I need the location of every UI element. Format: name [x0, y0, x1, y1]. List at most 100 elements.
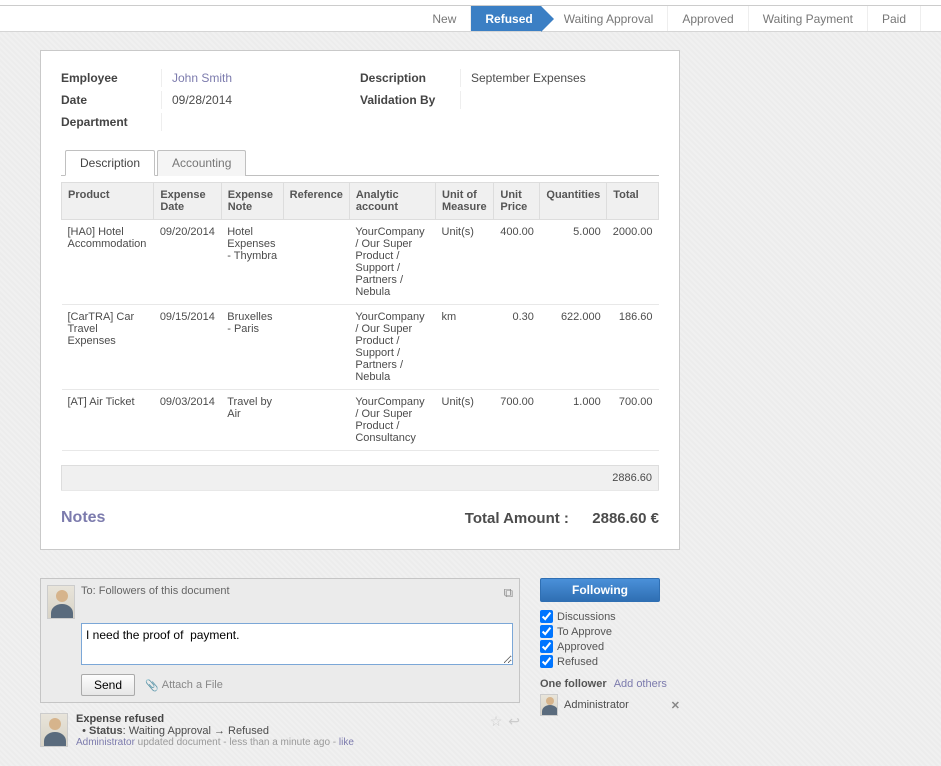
log-user-link[interactable]: Administrator	[76, 737, 135, 748]
follower-name[interactable]: Administrator	[564, 699, 629, 711]
cell-total: 186.60	[607, 305, 659, 390]
status-bar: NewRefusedWaiting ApprovalApprovedWaitin…	[0, 6, 941, 32]
cell-reference	[283, 220, 349, 305]
page-wrap: Employee John Smith Date 09/28/2014 Depa…	[0, 32, 941, 766]
description-value: September Expenses	[460, 69, 586, 87]
cell-uom: Unit(s)	[436, 220, 494, 305]
col-expense-date: Expense Date	[154, 183, 221, 220]
log-item: Expense refused • Status: Waiting Approv…	[40, 713, 520, 748]
col-product: Product	[62, 183, 154, 220]
employee-value[interactable]: John Smith	[161, 69, 232, 87]
cell-product: [AT] Air Ticket	[62, 390, 154, 451]
sub-discussions[interactable]: Discussions	[540, 610, 680, 623]
reply-icon[interactable]: ↩	[508, 713, 520, 748]
form-header: Employee John Smith Date 09/28/2014 Depa…	[61, 69, 659, 131]
expand-icon[interactable]: ⧉	[504, 585, 513, 601]
department-value	[161, 113, 172, 131]
col-unit-price: Unit Price	[494, 183, 540, 220]
sub-checkbox[interactable]	[540, 625, 553, 638]
sub-approved[interactable]: Approved	[540, 640, 680, 653]
log-meta: Administrator updated document - less th…	[76, 737, 482, 748]
col-total: Total	[607, 183, 659, 220]
avatar	[40, 713, 68, 747]
col-uom: Unit of Measure	[436, 183, 494, 220]
cell-note: Bruxelles - Paris	[221, 305, 283, 390]
cell-total: 2000.00	[607, 220, 659, 305]
subtotal-table: 2886.60	[61, 465, 659, 491]
tab-description[interactable]: Description	[65, 150, 155, 176]
remove-follower-icon[interactable]: ✕	[671, 699, 680, 712]
cell-note: Travel by Air	[221, 390, 283, 451]
avatar	[540, 694, 558, 716]
cell-qty: 1.000	[540, 390, 607, 451]
compose-to-label: To: Followers of this document	[81, 585, 230, 601]
totals-row: Notes Total Amount : 2886.60 €	[61, 509, 659, 537]
total-amount-value: 2886.60 €	[592, 510, 659, 527]
sub-checkbox[interactable]	[540, 640, 553, 653]
col-quantities: Quantities	[540, 183, 607, 220]
department-label: Department	[61, 113, 161, 131]
star-icon[interactable]: ☆	[490, 713, 503, 748]
date-label: Date	[61, 91, 161, 109]
col-reference: Reference	[283, 183, 349, 220]
sub-refused[interactable]: Refused	[540, 655, 680, 668]
cell-analytic: YourCompany / Our Super Product / Suppor…	[349, 305, 435, 390]
cell-price: 400.00	[494, 220, 540, 305]
cell-uom: Unit(s)	[436, 390, 494, 451]
cell-analytic: YourCompany / Our Super Product / Consul…	[349, 390, 435, 451]
expense-table: Product Expense Date Expense Note Refere…	[61, 182, 659, 451]
cell-reference	[283, 305, 349, 390]
add-others-link[interactable]: Add others	[614, 678, 667, 690]
log-title: Expense refused	[76, 713, 482, 725]
sub-to-approve[interactable]: To Approve	[540, 625, 680, 638]
tabs: Description Accounting	[61, 149, 659, 176]
validation-value	[460, 91, 471, 109]
status-step-waiting-payment[interactable]: Waiting Payment	[749, 6, 868, 31]
table-row[interactable]: [AT] Air Ticket09/03/2014Travel by AirYo…	[62, 390, 659, 451]
status-step-paid[interactable]: Paid	[868, 6, 921, 31]
status-step-waiting-approval[interactable]: Waiting Approval	[542, 6, 669, 31]
status-step-new[interactable]: New	[418, 6, 471, 31]
description-label: Description	[360, 69, 460, 87]
followers-panel: Following Discussions To Approve Approved R…	[540, 578, 680, 748]
total-amount-label: Total Amount :	[465, 510, 569, 527]
status-step-refused[interactable]: Refused	[471, 6, 541, 31]
cell-price: 0.30	[494, 305, 540, 390]
employee-label: Employee	[61, 69, 161, 87]
following-button[interactable]: Following	[540, 578, 660, 602]
cell-qty: 5.000	[540, 220, 607, 305]
cell-price: 700.00	[494, 390, 540, 451]
avatar	[47, 585, 75, 619]
cell-product: [HA0] Hotel Accommodation	[62, 220, 154, 305]
sub-checkbox[interactable]	[540, 655, 553, 668]
cell-date: 09/15/2014	[154, 305, 221, 390]
followers-heading: One follower Add others	[540, 678, 680, 690]
cell-uom: km	[436, 305, 494, 390]
cell-total: 700.00	[607, 390, 659, 451]
col-expense-note: Expense Note	[221, 183, 283, 220]
compose-textarea[interactable]	[81, 623, 513, 665]
cell-reference	[283, 390, 349, 451]
send-button[interactable]: Send	[81, 674, 135, 696]
attach-file-link[interactable]: 📎 Attach a File	[145, 679, 223, 692]
cell-date: 09/20/2014	[154, 220, 221, 305]
form-sheet: Employee John Smith Date 09/28/2014 Depa…	[40, 50, 680, 550]
follower-row: Administrator ✕	[540, 694, 680, 716]
log-status-line: • Status: Waiting Approval → Refused	[76, 725, 482, 737]
subtotal-value: 2886.60	[62, 466, 659, 491]
tab-accounting[interactable]: Accounting	[157, 150, 246, 176]
notes-heading: Notes	[61, 509, 105, 527]
col-analytic: Analytic account	[349, 183, 435, 220]
status-step-approved[interactable]: Approved	[668, 6, 748, 31]
cell-analytic: YourCompany / Our Super Product / Suppor…	[349, 220, 435, 305]
table-row[interactable]: [HA0] Hotel Accommodation09/20/2014Hotel…	[62, 220, 659, 305]
log-like-link[interactable]: like	[339, 737, 354, 748]
cell-qty: 622.000	[540, 305, 607, 390]
sub-checkbox[interactable]	[540, 610, 553, 623]
table-row[interactable]: [CarTRA] Car Travel Expenses09/15/2014Br…	[62, 305, 659, 390]
attach-file-label: Attach a File	[162, 679, 223, 691]
paperclip-icon: 📎	[145, 679, 159, 692]
chatter: To: Followers of this document ⧉ Send 📎 …	[40, 578, 680, 748]
validation-label: Validation By	[360, 91, 460, 109]
cell-note: Hotel Expenses - Thymbra	[221, 220, 283, 305]
